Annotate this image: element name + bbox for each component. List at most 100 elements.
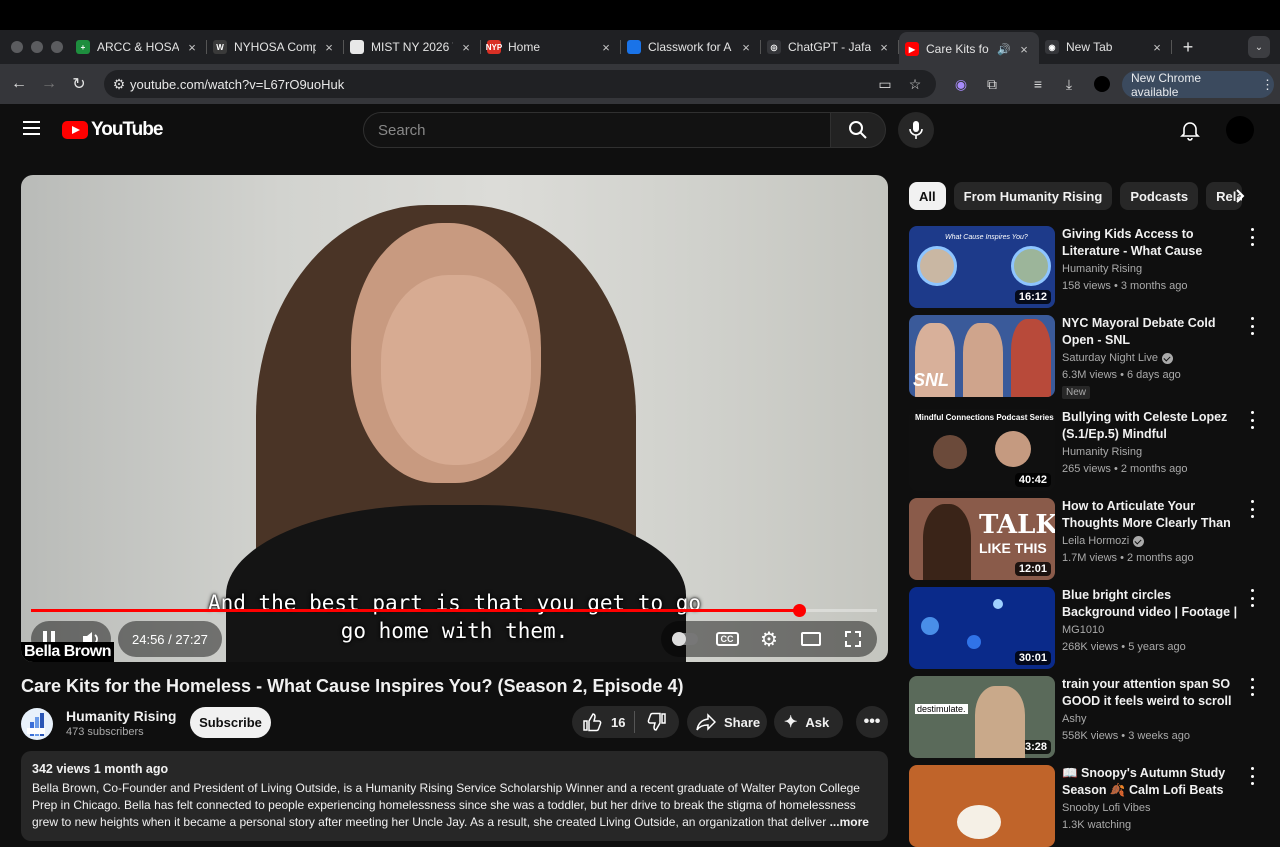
recommended-channel[interactable]: Leila Hormozi: [1062, 535, 1145, 547]
tab-close-icon[interactable]: ×: [459, 40, 473, 55]
voice-search-button[interactable]: [898, 112, 934, 148]
recommended-channel[interactable]: Humanity Rising: [1062, 263, 1142, 275]
hamburger-menu-icon[interactable]: [23, 121, 40, 135]
autoplay-toggle[interactable]: [667, 621, 703, 657]
new-tab-button[interactable]: +: [1176, 35, 1200, 59]
tab-7[interactable]: ◉ New Tab ×: [1039, 32, 1172, 62]
channel-avatar[interactable]: [21, 708, 53, 740]
fullscreen-icon[interactable]: [835, 621, 871, 657]
settings-gear-icon[interactable]: ⚙: [751, 621, 787, 657]
youtube-logo[interactable]: YouTube: [62, 119, 163, 141]
site-info-icon[interactable]: ⚙: [110, 75, 128, 93]
more-vertical-icon[interactable]: [1247, 228, 1257, 246]
ask-button[interactable]: ✦ Ask: [774, 706, 843, 738]
video-player[interactable]: And the best part is that you get to go …: [21, 175, 888, 662]
video-thumbnail[interactable]: 12:01 TALK LIKE THIS: [909, 498, 1055, 580]
video-thumbnail[interactable]: 30:01: [909, 587, 1055, 669]
tab-close-icon[interactable]: ×: [1017, 42, 1031, 57]
tab-3[interactable]: NYP Home ×: [481, 32, 621, 62]
tab-close-icon[interactable]: ×: [877, 40, 891, 55]
recommended-channel[interactable]: Snooby Lofi Vibes: [1062, 802, 1150, 814]
video-thumbnail[interactable]: 16:12 What Cause Inspires You?: [909, 226, 1055, 308]
chevron-right-icon[interactable]: [1226, 182, 1254, 210]
seek-bar[interactable]: [31, 604, 877, 617]
recommended-video[interactable]: 30:01 Blue bright circles Background vide…: [909, 587, 1269, 669]
tab-close-icon[interactable]: ×: [322, 40, 336, 55]
verified-check-icon: [1133, 535, 1145, 547]
cast-icon[interactable]: ▭: [876, 75, 894, 93]
more-vertical-icon[interactable]: [1247, 589, 1257, 607]
menu-kebab-icon[interactable]: ⋮: [1261, 77, 1274, 93]
tab-search-button[interactable]: ⌄: [1248, 36, 1270, 58]
recommended-video[interactable]: 16:12 What Cause Inspires You? Giving Kids…: [909, 226, 1269, 308]
profile-avatar-icon[interactable]: [1093, 75, 1111, 93]
recommended-channel[interactable]: MG1010: [1062, 624, 1104, 636]
video-thumbnail[interactable]: 9:11SNL: [909, 315, 1055, 397]
bookmark-star-icon[interactable]: ☆: [906, 75, 924, 93]
tab-2[interactable]: MIST NY 2026 T ×: [344, 32, 481, 62]
recommended-title[interactable]: NYC Mayoral Debate Cold Open - SNL: [1062, 315, 1242, 349]
more-vertical-icon[interactable]: [1247, 767, 1257, 785]
more-vertical-icon[interactable]: [1247, 317, 1257, 335]
video-thumbnail[interactable]: 40:42 Mindful Connections Podcast Series: [909, 409, 1055, 491]
search-button[interactable]: [830, 112, 886, 148]
tab-close-icon[interactable]: ×: [599, 40, 613, 55]
like-button[interactable]: 16: [572, 712, 634, 732]
update-chrome-button[interactable]: New Chrome available ⋮: [1122, 71, 1274, 99]
tab-close-icon[interactable]: ×: [185, 40, 199, 55]
more-vertical-icon[interactable]: [1247, 678, 1257, 696]
back-button[interactable]: ←: [4, 69, 34, 99]
extensions-puzzle-icon[interactable]: ⧉: [983, 75, 1001, 93]
notifications-bell-icon[interactable]: [1178, 118, 1202, 142]
more-vertical-icon[interactable]: [1247, 500, 1257, 518]
captions-cc-icon[interactable]: CC: [709, 621, 745, 657]
channel-name[interactable]: Humanity Rising: [66, 708, 176, 724]
recommended-channel[interactable]: Humanity Rising: [1062, 446, 1142, 458]
more-vertical-icon[interactable]: [1247, 411, 1257, 429]
tab-6[interactable]: ▶ Care Kits fo 🔊 ×: [899, 32, 1039, 66]
show-more-link[interactable]: ...more: [830, 815, 869, 829]
media-control-icon[interactable]: ≡: [1029, 75, 1047, 93]
seek-bar-handle[interactable]: [792, 604, 806, 617]
share-button[interactable]: Share: [687, 706, 767, 738]
recommended-video[interactable]: 13:28 destimulate. train your attention sp…: [909, 676, 1269, 758]
recommended-title[interactable]: Blue bright circles Background video | F…: [1062, 587, 1242, 621]
chip-podcasts[interactable]: Podcasts: [1120, 182, 1199, 210]
recommended-video[interactable]: 12:01 TALK LIKE THIS How to Articulate Your…: [909, 498, 1269, 580]
recommended-video[interactable]: 📖 Snoopy's Autumn Study Season 🍂 Calm Lo…: [909, 765, 1269, 847]
dislike-button[interactable]: [635, 712, 679, 732]
close-window-button[interactable]: [11, 41, 23, 53]
address-bar[interactable]: ⚙ youtube.com/watch?v=L67rO9uoHuk ▭ ☆: [104, 70, 936, 98]
recommended-title[interactable]: How to Articulate Your Thoughts More Cle…: [1062, 498, 1242, 532]
recommended-title[interactable]: train your attention span SO GOOD it fee…: [1062, 676, 1242, 710]
chip-from-channel[interactable]: From Humanity Rising: [953, 182, 1113, 210]
chip-all[interactable]: All: [909, 182, 946, 210]
subscribe-button[interactable]: Subscribe: [190, 707, 271, 738]
description-box[interactable]: 342 views 1 month ago Bella Brown, Co-Fo…: [21, 751, 888, 841]
forward-button[interactable]: →: [34, 69, 64, 99]
download-icon[interactable]: ⤓: [1060, 75, 1078, 93]
search-input[interactable]: Search: [363, 112, 831, 148]
video-thumbnail[interactable]: 13:28 destimulate.: [909, 676, 1055, 758]
recommended-video[interactable]: 9:11SNLNYC Mayoral Debate Cold Open - SN…: [909, 315, 1269, 399]
tab-close-icon[interactable]: ×: [739, 40, 753, 55]
tab-close-icon[interactable]: ×: [1150, 40, 1164, 55]
maximize-window-button[interactable]: [51, 41, 63, 53]
tab-1[interactable]: W NYHOSA Comp ×: [207, 32, 344, 62]
minimize-window-button[interactable]: [31, 41, 43, 53]
recommended-channel[interactable]: Ashy: [1062, 713, 1086, 725]
reload-button[interactable]: ↻: [64, 69, 94, 99]
recommended-channel[interactable]: Saturday Night Live: [1062, 352, 1173, 364]
extension-icon[interactable]: ◉: [952, 75, 970, 93]
more-actions-button[interactable]: •••: [856, 706, 888, 738]
tab-5[interactable]: ◎ ChatGPT - Jafa ×: [761, 32, 899, 62]
video-thumbnail[interactable]: [909, 765, 1055, 847]
theater-mode-icon[interactable]: [793, 621, 829, 657]
recommended-video[interactable]: 40:42 Mindful Connections Podcast Series B…: [909, 409, 1269, 491]
recommended-title[interactable]: 📖 Snoopy's Autumn Study Season 🍂 Calm Lo…: [1062, 765, 1242, 799]
recommended-title[interactable]: Bullying with Celeste Lopez (S.1/Ep.5) M…: [1062, 409, 1242, 443]
tab-4[interactable]: Classwork for A ×: [621, 32, 761, 62]
account-avatar[interactable]: [1226, 116, 1254, 144]
recommended-title[interactable]: Giving Kids Access to Literature - What …: [1062, 226, 1242, 260]
tab-0[interactable]: + ARCC & HOSA- ×: [70, 32, 207, 62]
